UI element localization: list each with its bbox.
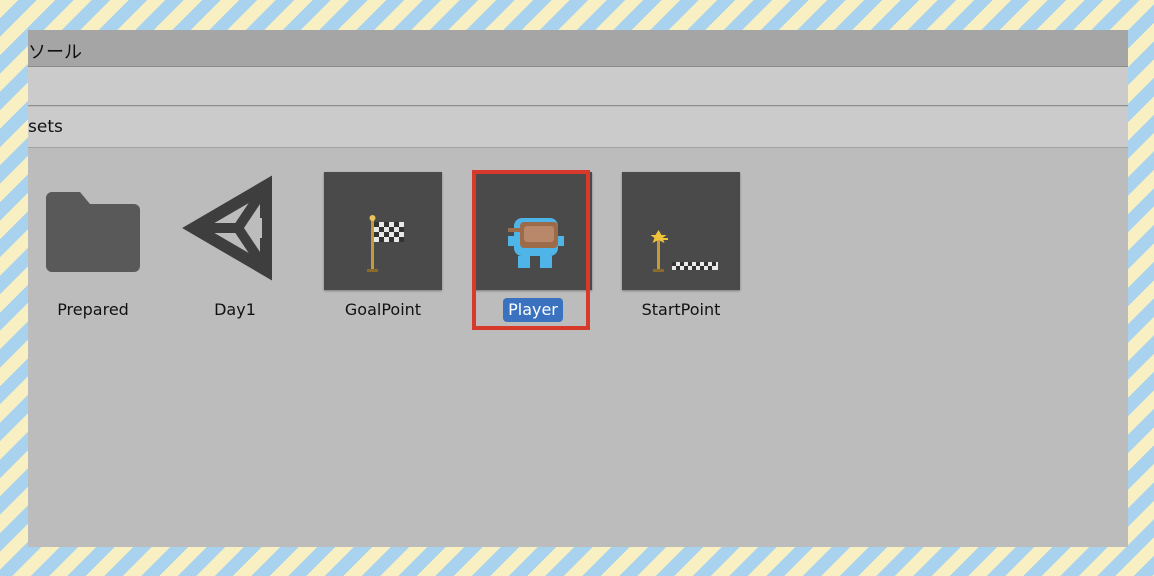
- breadcrumb-current[interactable]: sets: [28, 117, 63, 137]
- folder-icon: [34, 172, 152, 290]
- asset-label: Day1: [214, 300, 256, 319]
- start-point-icon: [622, 172, 740, 290]
- asset-startpoint[interactable]: StartPoint: [616, 172, 746, 332]
- toolbar: [28, 67, 1128, 106]
- window-titlebar[interactable]: ソール: [28, 30, 1128, 67]
- breadcrumb: sets: [28, 107, 1128, 148]
- asset-prepared[interactable]: Prepared: [28, 172, 158, 332]
- asset-day1[interactable]: Day1: [170, 172, 300, 332]
- window-title: ソール: [28, 42, 82, 63]
- asset-label: Prepared: [57, 300, 129, 319]
- selection-highlight-box: [472, 170, 590, 330]
- unity-logo-icon: [176, 172, 294, 290]
- asset-label: StartPoint: [641, 300, 721, 319]
- asset-label: GoalPoint: [344, 300, 422, 319]
- goal-flag-icon: [324, 172, 442, 290]
- asset-goalpoint[interactable]: GoalPoint: [318, 172, 448, 332]
